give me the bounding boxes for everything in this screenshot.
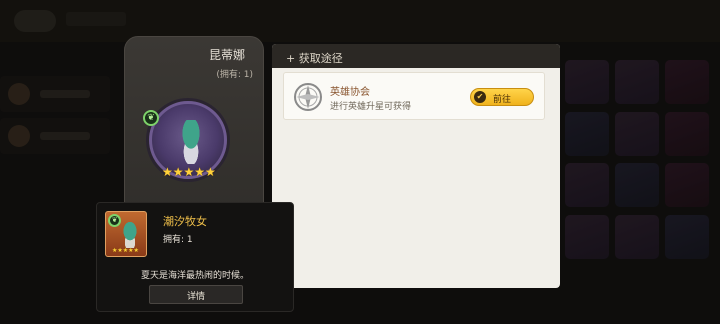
compass-icon [294,83,322,111]
check-icon: ✔ [474,91,486,103]
detail-button-label: 详情 [186,292,205,302]
leaf-element-icon: ❦ [143,110,159,126]
source-name: 英雄协会 [330,87,370,98]
goto-button-label: 前往 [493,95,512,105]
hero-figure [174,120,208,164]
item-figure [118,222,142,248]
hero-name: 昆蒂娜 [208,48,245,62]
hero-owned-count: (拥有: 1) [216,70,253,80]
source-header: + 获取途径 [272,44,560,68]
item-portrait: ❦ ★★★★★ [105,211,147,257]
item-tooltip: ❦ ★★★★★ 潮汐牧女 拥有: 1 夏天是海洋最热闹的时候。 详情 [96,202,294,312]
detail-button[interactable]: 详情 [149,285,243,304]
goto-button[interactable]: ✔ 前往 [470,88,534,106]
item-name: 潮汐牧女 [163,215,207,228]
item-stars: ★★★★★ [112,247,139,254]
item-owned-count: 拥有: 1 [163,235,193,245]
source-panel: + 获取途径 英雄协会 进行英雄升星可获得 ✔ 前往 [272,44,560,288]
hero-stars: ★★★★★ [162,165,216,179]
source-title: + 获取途径 [286,52,343,65]
item-description: 夏天是海洋最热闹的时候。 [140,271,249,281]
source-description: 进行英雄升星可获得 [330,102,412,112]
source-row-hero-association[interactable]: 英雄协会 进行英雄升星可获得 ✔ 前往 [283,72,545,120]
